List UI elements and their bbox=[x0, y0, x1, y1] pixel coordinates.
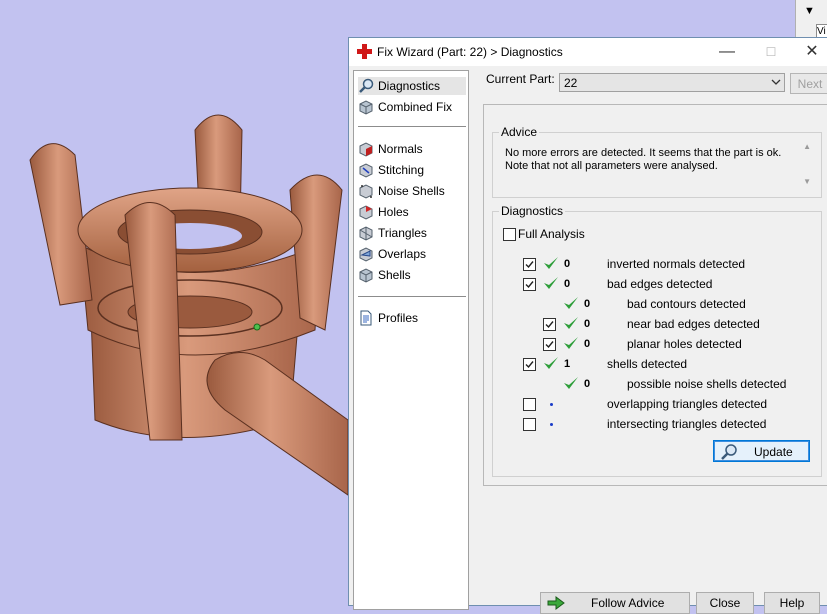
row-checkbox[interactable] bbox=[523, 398, 536, 411]
stitching-icon bbox=[359, 163, 373, 178]
row-count: 0 bbox=[564, 258, 571, 270]
row-label: overlapping triangles detected bbox=[607, 397, 768, 411]
noise-shells-icon bbox=[359, 184, 373, 199]
nav-item-profiles[interactable]: Profiles bbox=[358, 309, 466, 327]
nav-item-normals[interactable]: Normals bbox=[358, 140, 466, 158]
green-check-icon bbox=[543, 355, 559, 371]
magnifier-icon bbox=[359, 78, 374, 93]
shells-icon bbox=[359, 268, 373, 283]
advice-line-1: No more errors are detected. It seems th… bbox=[505, 147, 782, 159]
collapse-triangle-icon[interactable]: ▼ bbox=[804, 5, 815, 17]
row-count: 1 bbox=[564, 358, 571, 370]
close-button[interactable]: Close bbox=[696, 592, 754, 614]
fix-wizard-window: Fix Wizard (Part: 22) > Diagnostics — ☐ … bbox=[348, 37, 827, 614]
nav-label: Combined Fix bbox=[378, 100, 453, 114]
nav-item-noise-shells[interactable]: Noise Shells bbox=[358, 182, 466, 200]
diagnostics-group: Diagnostics Full Analysis 0 inverted norm… bbox=[492, 204, 822, 477]
row-checkbox[interactable] bbox=[543, 338, 556, 351]
nav-label: Holes bbox=[378, 205, 409, 219]
triangles-icon bbox=[359, 226, 373, 241]
nav-divider bbox=[358, 296, 466, 297]
pending-dot-icon bbox=[550, 423, 553, 426]
row-count: 0 bbox=[564, 278, 571, 290]
nav-item-overlaps[interactable]: Overlaps bbox=[358, 245, 466, 263]
follow-advice-label: Follow Advice bbox=[591, 596, 665, 610]
viewport-corner-panel: ▼ Vi bbox=[795, 0, 827, 40]
row-label: bad contours detected bbox=[627, 297, 746, 311]
row-label: shells detected bbox=[607, 357, 688, 371]
row-label: inverted normals detected bbox=[607, 257, 746, 271]
nav-item-combined-fix[interactable]: Combined Fix bbox=[358, 98, 466, 116]
row-checkbox[interactable] bbox=[523, 258, 536, 271]
nav-item-triangles[interactable]: Triangles bbox=[358, 224, 466, 242]
row-checkbox[interactable] bbox=[523, 358, 536, 371]
green-check-icon bbox=[543, 255, 559, 271]
red-cross-icon bbox=[357, 44, 372, 59]
cube-icon bbox=[359, 100, 373, 115]
row-count: 0 bbox=[584, 378, 591, 390]
green-check-icon bbox=[563, 295, 579, 311]
row-count: 0 bbox=[584, 298, 591, 310]
row-count: 0 bbox=[584, 338, 591, 350]
row-checkbox[interactable] bbox=[543, 318, 556, 331]
nav-label: Normals bbox=[378, 142, 423, 156]
row-label: intersecting triangles detected bbox=[607, 417, 767, 431]
green-check-icon bbox=[563, 375, 579, 391]
nav-label: Stitching bbox=[378, 163, 425, 177]
nav-label: Shells bbox=[378, 268, 411, 282]
full-analysis-checkbox[interactable] bbox=[503, 228, 516, 241]
green-check-icon bbox=[563, 315, 579, 331]
scroll-up-icon[interactable]: ▲ bbox=[803, 142, 811, 151]
row-label: near bad edges detected bbox=[627, 317, 760, 331]
row-label: planar holes detected bbox=[627, 337, 742, 351]
green-check-icon bbox=[563, 335, 579, 351]
advice-line-2: Note that not all parameters were analys… bbox=[505, 160, 718, 172]
diagnostics-panel: Advice No more errors are detected. It s… bbox=[483, 104, 827, 486]
advice-group: Advice No more errors are detected. It s… bbox=[492, 125, 822, 198]
row-label: bad edges detected bbox=[607, 277, 713, 291]
nav-item-shells[interactable]: Shells bbox=[358, 266, 466, 284]
current-part-value: 22 bbox=[564, 76, 578, 90]
window-title: Fix Wizard (Part: 22) > Diagnostics bbox=[377, 45, 563, 59]
nav-label: Diagnostics bbox=[378, 79, 441, 93]
holes-icon bbox=[359, 205, 373, 220]
nav-item-diagnostics[interactable]: Diagnostics bbox=[358, 77, 466, 95]
row-checkbox[interactable] bbox=[523, 278, 536, 291]
green-check-icon bbox=[543, 275, 559, 291]
scroll-down-icon[interactable]: ▼ bbox=[803, 177, 811, 186]
next-button[interactable]: Next bbox=[790, 73, 827, 94]
nav-label: Profiles bbox=[378, 311, 419, 325]
diagnostics-title: Diagnostics bbox=[499, 204, 566, 218]
update-button[interactable]: Update bbox=[713, 440, 810, 462]
advice-title: Advice bbox=[499, 125, 540, 139]
nav-item-stitching[interactable]: Stitching bbox=[358, 161, 466, 179]
normals-icon bbox=[359, 142, 373, 157]
row-checkbox[interactable] bbox=[523, 418, 536, 431]
close-window-button[interactable]: ✕ bbox=[795, 40, 827, 64]
overlaps-icon bbox=[359, 247, 373, 262]
nav-divider bbox=[358, 126, 466, 127]
document-icon bbox=[360, 310, 372, 326]
help-button[interactable]: Help bbox=[764, 592, 820, 614]
follow-advice-button[interactable]: Follow Advice bbox=[540, 592, 690, 614]
nav-label: Overlaps bbox=[378, 247, 427, 261]
row-label: possible noise shells detected bbox=[627, 377, 787, 391]
title-bar[interactable]: Fix Wizard (Part: 22) > Diagnostics — ☐ … bbox=[349, 38, 827, 66]
row-count: 0 bbox=[584, 318, 591, 330]
arrow-right-icon bbox=[547, 596, 565, 610]
nav-item-holes[interactable]: Holes bbox=[358, 203, 466, 221]
current-part-select[interactable]: 22 bbox=[559, 73, 785, 92]
nav-label: Noise Shells bbox=[378, 184, 445, 198]
advice-text: No more errors are detected. It seems th… bbox=[505, 147, 785, 173]
maximize-button[interactable]: ☐ bbox=[751, 40, 791, 64]
nav-label: Triangles bbox=[378, 226, 427, 240]
pending-dot-icon bbox=[550, 403, 553, 406]
current-part-label: Current Part: bbox=[486, 72, 555, 86]
wizard-nav: Diagnostics Combined Fix Normals Stitchi… bbox=[353, 70, 469, 610]
magnifier-icon bbox=[721, 444, 737, 460]
full-analysis-label: Full Analysis bbox=[518, 227, 585, 241]
chevron-down-icon bbox=[771, 79, 781, 85]
update-label: Update bbox=[754, 445, 793, 459]
minimize-button[interactable]: — bbox=[707, 40, 747, 64]
